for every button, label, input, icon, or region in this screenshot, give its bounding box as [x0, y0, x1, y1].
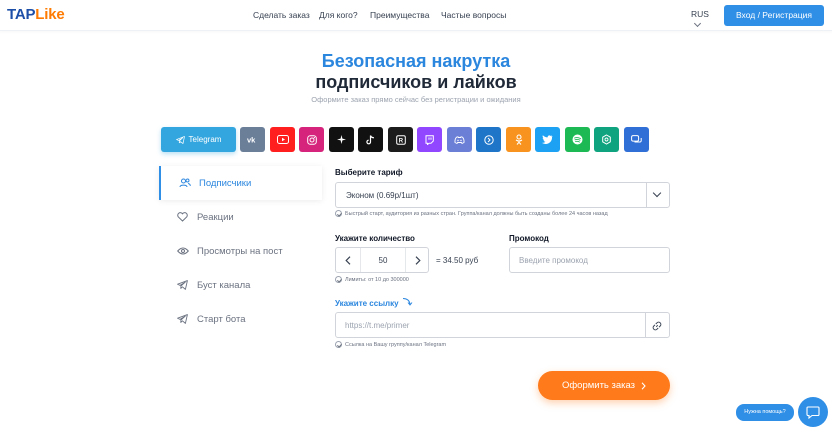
rutube-icon: R — [395, 134, 406, 145]
platform-instagram-button[interactable] — [299, 127, 324, 152]
sidebar-item-label: Реакции — [197, 211, 234, 223]
platform-x-button[interactable] — [329, 127, 354, 152]
nav-make-order[interactable]: Сделать заказ — [253, 10, 310, 20]
platform-chatgpt-button[interactable] — [594, 127, 619, 152]
spotify-icon — [572, 134, 583, 145]
promo-placeholder: Введите промокод — [519, 256, 588, 265]
chat-bubbles-icon — [631, 134, 642, 142]
send-icon — [177, 280, 193, 290]
platform-tiktok-button[interactable] — [358, 127, 383, 152]
sidebar-item-bot-start[interactable]: Старт бота — [159, 302, 322, 336]
tariff-hint-text: Быстрый старт, аудитория из разных стран… — [345, 210, 608, 217]
sparkle-icon — [337, 135, 346, 144]
chevron-right-icon — [415, 255, 421, 265]
platform-discord-button[interactable] — [447, 127, 472, 152]
language-selector[interactable]: RUS — [691, 9, 709, 19]
chevron-left-icon — [345, 255, 351, 265]
users-icon — [179, 178, 195, 188]
login-register-button[interactable]: Вход / Регистрация — [724, 5, 824, 26]
telegram-icon — [175, 135, 185, 144]
svg-text:vk: vk — [247, 136, 256, 143]
youtube-icon — [276, 135, 289, 144]
likee-icon — [483, 134, 494, 145]
tariff-hint: Быстрый старт, аудитория из разных стран… — [335, 210, 608, 217]
nav-faq[interactable]: Частые вопросы — [441, 10, 506, 20]
price-total: = 34.50 руб — [436, 256, 479, 265]
hero-title-line1: Безопасная накрутка — [321, 51, 511, 71]
sidebar-item-label: Буст канала — [197, 279, 251, 291]
chat-icon — [806, 405, 820, 419]
sidebar-item-label: Подписчики — [199, 177, 252, 189]
tariff-label: Выберите тариф — [335, 168, 403, 177]
vk-icon: vk — [247, 136, 256, 143]
increment-button[interactable] — [406, 248, 430, 272]
twitter-bird-icon — [542, 135, 553, 144]
chevron-down-icon[interactable] — [652, 188, 662, 198]
discord-icon — [454, 135, 465, 144]
check-circle-icon — [335, 276, 342, 283]
instagram-icon — [306, 134, 317, 145]
promo-input[interactable]: Введите промокод — [509, 247, 670, 273]
platform-messages-button[interactable] — [624, 127, 649, 152]
platform-likee-button[interactable] — [476, 127, 501, 152]
link-icon[interactable] — [652, 321, 662, 331]
submit-order-label: Оформить заказ — [561, 380, 636, 391]
page: TAPLike Сделать заказ Для кого? Преимуще… — [0, 0, 832, 431]
heart-icon — [177, 212, 193, 222]
platform-odnoklassniki-button[interactable] — [506, 127, 531, 152]
link-hint-text: Ссылка на Вашу группу/канал Telegram — [345, 341, 447, 348]
platform-spotify-button[interactable] — [565, 127, 590, 152]
link-input[interactable]: https://t.me/primer — [335, 312, 670, 338]
header: TAPLike Сделать заказ Для кого? Преимуще… — [0, 0, 832, 31]
sidebar-item-channel-boost[interactable]: Буст канала — [159, 268, 322, 302]
platform-youtube-button[interactable] — [270, 127, 295, 152]
sidebar-item-label: Старт бота — [197, 313, 246, 325]
platform-vk-button[interactable]: vk — [240, 127, 265, 152]
svg-text:R: R — [398, 138, 403, 144]
help-tooltip[interactable]: Нужна помощь? — [736, 404, 794, 421]
tiktok-icon — [366, 134, 375, 144]
platform-twitter-button[interactable] — [535, 127, 560, 152]
eye-icon — [177, 247, 193, 255]
arrow-down-right-icon — [402, 298, 413, 306]
link-hint: Ссылка на Вашу группу/канал Telegram — [335, 341, 446, 348]
link-placeholder: https://t.me/primer — [345, 321, 410, 330]
chevron-right-icon — [641, 381, 646, 390]
hero-title-line2: подписчиков и лайков — [315, 72, 517, 92]
check-circle-icon — [335, 341, 342, 348]
check-circle-icon — [335, 210, 342, 217]
decrement-button[interactable] — [336, 248, 360, 272]
send-icon — [177, 314, 193, 324]
quantity-hint-text: Лимиты: от 10 до 300000 — [345, 276, 409, 283]
platform-telegram-button[interactable]: Telegram — [161, 127, 236, 152]
submit-order-button[interactable]: Оформить заказ — [538, 371, 670, 400]
chat-widget-button[interactable] — [798, 397, 828, 427]
sidebar-item-label: Просмотры на пост — [197, 245, 283, 257]
quantity-hint: Лимиты: от 10 до 300000 — [335, 276, 409, 283]
chatgpt-icon — [602, 134, 611, 145]
select-divider — [646, 183, 647, 207]
quantity-input[interactable]: 50 — [360, 248, 406, 272]
twitch-icon — [425, 134, 434, 145]
quantity-label: Укажите количество — [335, 234, 415, 243]
platform-twitch-button[interactable] — [417, 127, 442, 152]
link-label: Укажите ссылку — [335, 299, 399, 308]
quantity-stepper[interactable]: 50 — [335, 247, 429, 273]
platform-telegram-label: Telegram — [188, 135, 222, 144]
input-divider — [645, 313, 646, 337]
odnoklassniki-icon — [515, 134, 522, 145]
sidebar-item-subscribers[interactable]: Подписчики — [159, 166, 322, 200]
sidebar-item-post-views[interactable]: Просмотры на пост — [159, 234, 322, 268]
platform-rutube-button[interactable]: R — [388, 127, 413, 152]
tariff-select-value: Эконом (0.69р/1шт) — [346, 191, 419, 200]
hero-subtitle: Оформите заказ прямо сейчас без регистра… — [311, 95, 521, 104]
nav-advantages[interactable]: Преимущества — [370, 10, 429, 20]
tariff-select[interactable]: Эконом (0.69р/1шт) — [335, 182, 670, 208]
nav-for-whom[interactable]: Для кого? — [319, 10, 358, 20]
promo-label: Промокод — [509, 234, 549, 243]
sidebar-item-reactions[interactable]: Реакции — [159, 200, 322, 234]
